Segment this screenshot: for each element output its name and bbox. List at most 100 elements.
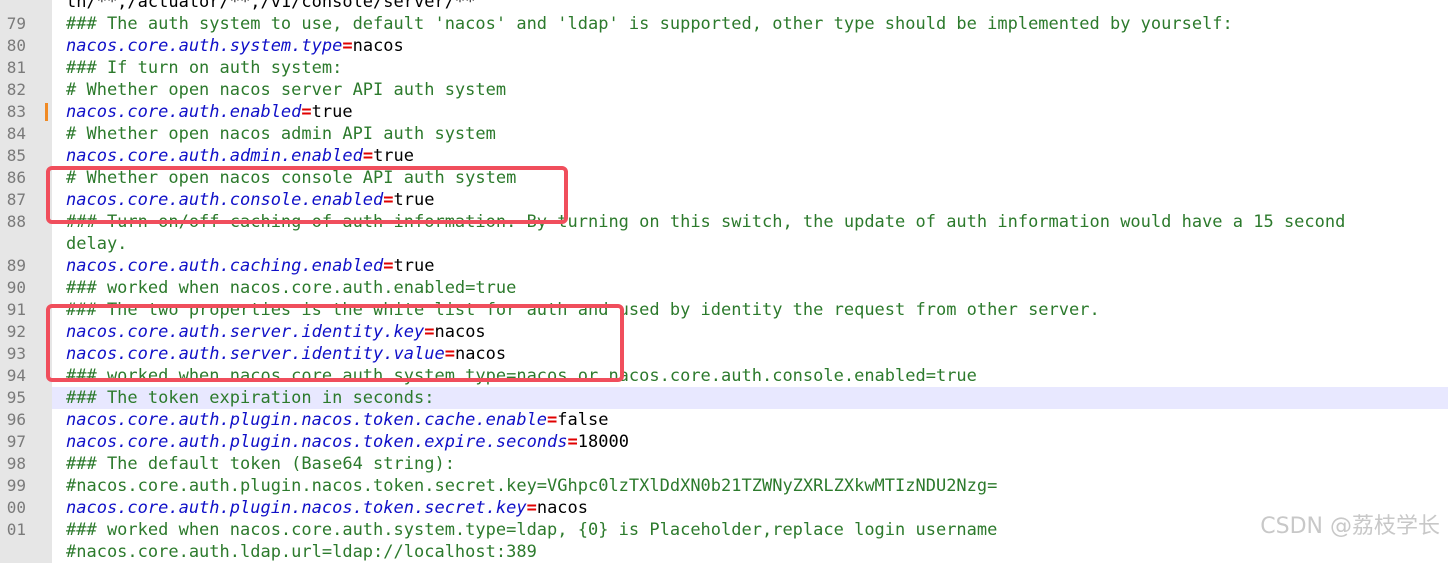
property-key: nacos.core.auth.plugin.nacos.token.cache… — [66, 410, 548, 430]
code-line[interactable]: 83 nacos.core.auth.enabled=true — [0, 101, 1448, 123]
line-number: 90 — [0, 277, 52, 299]
line-number: 93 — [0, 343, 52, 365]
property-key: nacos.core.auth.server.identity.value — [66, 344, 445, 364]
property-key: nacos.core.auth.server.identity.key — [66, 322, 425, 342]
code-line[interactable]: 85 nacos.core.auth.admin.enabled=true — [0, 145, 1448, 167]
property-value: nacos — [454, 344, 507, 364]
code-text: ### The auth system to use, default 'nac… — [66, 13, 1448, 35]
line-number: 81 — [0, 57, 52, 79]
line-number: 79 — [0, 13, 52, 35]
assign-operator: = — [444, 344, 455, 364]
code-line[interactable]: 98 ### The default token (Base64 string): — [0, 453, 1448, 475]
code-line[interactable]: 01 ### worked when nacos.core.auth.system… — [0, 519, 1448, 541]
property-key: nacos.core.auth.system.type — [66, 36, 343, 56]
comment-text: # Whether open nacos console API auth sy… — [66, 168, 517, 188]
code-line[interactable]: 86 # Whether open nacos console API auth … — [0, 167, 1448, 189]
code-text: ### If turn on auth system: — [66, 57, 1448, 79]
code-line[interactable]: th/**,/actuator/**,/v1/console/server/** — [0, 0, 1448, 13]
code-line[interactable]: 95 ### The token expiration in seconds: — [0, 387, 1448, 409]
code-text: nacos.core.auth.server.identity.value=na… — [66, 343, 1448, 365]
code-line[interactable]: 88 ### Turn on/off caching of auth inform… — [0, 211, 1448, 233]
comment-text: # Whether open nacos server API auth sys… — [66, 80, 507, 100]
comment-text: #nacos.core.auth.ldap.url=ldap://localho… — [66, 542, 537, 562]
code-text: # Whether open nacos admin API auth syst… — [66, 123, 1448, 145]
code-line[interactable]: #nacos.core.auth.ldap.url=ldap://localho… — [0, 541, 1448, 563]
property-value: true — [393, 256, 435, 276]
code-text: nacos.core.auth.console.enabled=true — [66, 189, 1448, 211]
assign-operator: = — [526, 498, 537, 518]
code-text: ### The default token (Base64 string): — [66, 453, 1448, 475]
code-line[interactable]: 82 # Whether open nacos server API auth s… — [0, 79, 1448, 101]
line-number: 96 — [0, 409, 52, 431]
code-editor[interactable]: th/**,/actuator/**,/v1/console/server/**… — [0, 0, 1448, 563]
watermark: CSDN @荔枝学长 — [1260, 514, 1440, 539]
line-number: 84 — [0, 123, 52, 145]
property-value: true — [373, 146, 415, 166]
code-line[interactable]: 00 nacos.core.auth.plugin.nacos.token.sec… — [0, 497, 1448, 519]
assign-operator: = — [362, 146, 374, 166]
code-text: nacos.core.auth.admin.enabled=true — [66, 145, 1448, 167]
code-text: ### worked when nacos.core.auth.system.t… — [66, 519, 1448, 541]
comment-text: ### If turn on auth system: — [66, 58, 343, 78]
comment-text: ### The token expiration in seconds: — [66, 388, 435, 408]
comment-text: # Whether open nacos admin API auth syst… — [66, 124, 496, 144]
code-line[interactable]: 97 nacos.core.auth.plugin.nacos.token.exp… — [0, 431, 1448, 453]
code-line[interactable]: 80 nacos.core.auth.system.type=nacos — [0, 35, 1448, 57]
code-line[interactable]: 90 ### worked when nacos.core.auth.enable… — [0, 277, 1448, 299]
property-key: nacos.core.auth.plugin.nacos.token.expir… — [66, 432, 568, 452]
property-key: nacos.core.auth.enabled — [66, 102, 302, 122]
line-number: 92 — [0, 321, 52, 343]
line-number: 89 — [0, 255, 52, 277]
comment-text: ### The auth system to use, default 'nac… — [66, 14, 1233, 34]
code-line[interactable]: 96 nacos.core.auth.plugin.nacos.token.cac… — [0, 409, 1448, 431]
code-text: # Whether open nacos console API auth sy… — [66, 167, 1448, 189]
comment-text: ### worked when nacos.core.auth.system.t… — [66, 366, 977, 386]
property-key: nacos.core.auth.admin.enabled — [66, 146, 363, 166]
code-line[interactable]: 81 ### If turn on auth system: — [0, 57, 1448, 79]
code-line[interactable]: 89 nacos.core.auth.caching.enabled=true — [0, 255, 1448, 277]
code-text: nacos.core.auth.system.type=nacos — [66, 35, 1448, 57]
line-number: 99 — [0, 475, 52, 497]
line-number: 98 — [0, 453, 52, 475]
code-line[interactable]: 93 nacos.core.auth.server.identity.value=… — [0, 343, 1448, 365]
code-text: #nacos.core.auth.plugin.nacos.token.secr… — [66, 475, 1448, 497]
code-line[interactable]: 87 nacos.core.auth.console.enabled=true — [0, 189, 1448, 211]
code-line[interactable]: 79 ### The auth system to use, default 'n… — [0, 13, 1448, 35]
line-number: 94 — [0, 365, 52, 387]
property-key: nacos.core.auth.console.enabled — [66, 190, 384, 210]
assign-operator: = — [301, 102, 312, 122]
code-line[interactable]: 91 ### The two properties is the white li… — [0, 299, 1448, 321]
line-number: 85 — [0, 145, 52, 167]
line-number — [0, 0, 52, 13]
line-number — [0, 233, 52, 255]
comment-text: ### Turn on/off caching of auth informat… — [66, 212, 1346, 232]
code-line[interactable]: 92 nacos.core.auth.server.identity.key=na… — [0, 321, 1448, 343]
property-value: nacos — [352, 36, 404, 56]
code-text: nacos.core.auth.plugin.nacos.token.expir… — [66, 431, 1448, 453]
code-text: ### The two properties is the white list… — [66, 299, 1448, 321]
code-line[interactable]: 94 ### worked when nacos.core.auth.system… — [0, 365, 1448, 387]
line-number: 97 — [0, 431, 52, 453]
code-text: # Whether open nacos server API auth sys… — [66, 79, 1448, 101]
comment-text: ### worked when nacos.core.auth.enabled=… — [66, 278, 517, 298]
code-text: ### The token expiration in seconds: — [66, 387, 1448, 409]
code-line[interactable]: 84 # Whether open nacos admin API auth sy… — [0, 123, 1448, 145]
line-number: 80 — [0, 35, 52, 57]
line-number: 91 — [0, 299, 52, 321]
line-number: 87 — [0, 189, 52, 211]
code-text: delay. — [66, 233, 1448, 255]
assign-operator: = — [547, 410, 558, 430]
line-number: 86 — [0, 167, 52, 189]
code-line[interactable]: 99 #nacos.core.auth.plugin.nacos.token.se… — [0, 475, 1448, 497]
property-value: th/**,/actuator/**,/v1/console/server/** — [66, 0, 476, 12]
line-number: 88 — [0, 211, 52, 233]
property-value: nacos — [536, 498, 589, 518]
code-text: nacos.core.auth.caching.enabled=true — [66, 255, 1448, 277]
code-text: ### worked when nacos.core.auth.system.t… — [66, 365, 1448, 387]
property-key: nacos.core.auth.plugin.nacos.token.secre… — [66, 498, 527, 518]
code-line[interactable]: delay. — [0, 233, 1448, 255]
property-value: true — [393, 190, 435, 210]
line-number: 00 — [0, 497, 52, 519]
assign-operator: = — [424, 322, 435, 342]
property-value: 18000 — [577, 432, 629, 452]
